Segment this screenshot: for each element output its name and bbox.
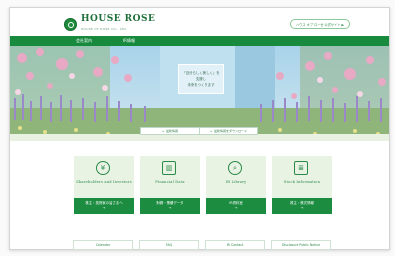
site-header: HOUSE ROSE HOUSE OF ROSE CO., LTD. ハウス オ… <box>10 8 389 36</box>
hero-quick-links: → 最新情報 → 最新情報をダウンロード <box>140 127 258 135</box>
hero-message: 「自分らしく美しく」を 支援し 未来をつくります <box>178 64 224 94</box>
yen-icon: ¥ <box>96 161 110 175</box>
search-icon: ⌕ <box>228 161 242 175</box>
document-icon: ≣ <box>294 161 308 175</box>
hero-banner: 「自分らしく美しく」を 支援し 未来をつくります → 最新情報 → 最新情報をダ… <box>10 46 389 141</box>
card-title: Financial Data <box>155 180 185 184</box>
site-logo[interactable]: HOUSE ROSE HOUSE OF ROSE CO., LTD. <box>64 15 155 34</box>
arrow-icon: → <box>300 206 304 210</box>
card-shareholders[interactable]: ¥ Shareholders and Investors 株主・投資家の皆さまへ… <box>74 156 134 214</box>
card-financial-data[interactable]: ▥ Financial Data 財務・業績データ → <box>140 156 200 214</box>
rose-logo-icon <box>64 18 77 31</box>
main-nav: 会社案内 IR情報 <box>10 36 389 46</box>
bottom-link-disclosure[interactable]: Disclosure Public Notice <box>271 240 331 250</box>
browser-frame: HOUSE ROSE HOUSE OF ROSE CO., LTD. ハウス オ… <box>9 7 390 250</box>
quick-link-latest[interactable]: → 最新情報 <box>141 128 199 134</box>
arrow-icon: → <box>168 206 172 210</box>
quick-link-label: 最新情報 <box>166 129 179 133</box>
official-site-link[interactable]: ハウス オブ ローゼ 公式サイト ▶ <box>290 19 350 29</box>
nav-item-ir[interactable]: IR情報 <box>123 38 135 44</box>
card-button[interactable]: 財務・業績データ → <box>140 198 200 214</box>
card-ir-library[interactable]: ⌕ IR Library IR資料室 → <box>206 156 266 214</box>
arrow-icon: → <box>161 129 164 133</box>
card-title: Stock Information <box>283 180 321 184</box>
card-button[interactable]: IR資料室 → <box>206 198 266 214</box>
card-stock-information[interactable]: ≣ Stock Information 株主・株式情報 → <box>272 156 332 214</box>
card-title: IR Library <box>225 180 247 184</box>
quick-link-download[interactable]: → 最新情報をダウンロード <box>198 128 258 134</box>
bottom-link-calendar[interactable]: Calendar <box>73 240 133 250</box>
bottom-link-ir-contact[interactable]: IR Contact <box>205 240 265 250</box>
card-button[interactable]: 株主・株式情報 → <box>272 198 332 214</box>
hero-message-line: 未来をつくります <box>187 83 215 87</box>
card-button[interactable]: 株主・投資家の皆さまへ → <box>74 198 134 214</box>
logo-text: HOUSE ROSE <box>81 14 156 24</box>
logo-subtitle: HOUSE OF ROSE CO., LTD. <box>81 27 128 31</box>
card-title: Shareholders and Investors <box>76 180 132 184</box>
quick-link-label: 最新情報をダウンロード <box>214 129 248 133</box>
chart-icon: ▥ <box>162 161 176 175</box>
bottom-link-faq[interactable]: FAQ <box>139 240 199 250</box>
arrow-icon: → <box>209 129 212 133</box>
arrow-icon: → <box>102 206 106 210</box>
arrow-icon: → <box>234 206 238 210</box>
nav-item-company[interactable]: 会社案内 <box>76 38 92 44</box>
